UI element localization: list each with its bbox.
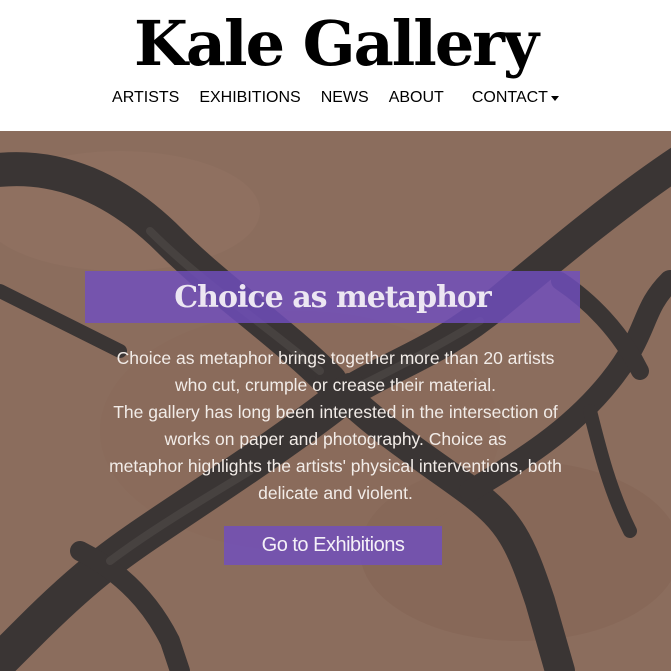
caret-down-icon — [550, 95, 559, 101]
nav-about-label: ABOUT — [388, 89, 444, 106]
nav-about[interactable]: ABOUT — [379, 88, 454, 108]
hero-description-line: The gallery has long been interested in … — [113, 402, 558, 422]
hero-description: Choice as metaphor brings together more … — [60, 345, 611, 507]
hero-description-line: delicate and violent. — [258, 483, 413, 503]
nav-exhibitions-label: EXHIBITIONS — [199, 89, 301, 106]
nav-artists[interactable]: ARTISTS — [102, 88, 189, 108]
hero-description-line: metaphor highlights the artists' physica… — [109, 456, 562, 476]
hero-banner: Choice as metaphor Choice as metaphor br… — [0, 131, 671, 671]
nav-artists-label: ARTISTS — [112, 89, 180, 106]
go-to-exhibitions-button[interactable]: Go to Exhibitions — [224, 526, 442, 565]
nav-news-label: NEWS — [320, 89, 369, 106]
hero-title-banner: Choice as metaphor — [85, 271, 580, 323]
nav-contact-dropdown[interactable]: CONTACT — [454, 88, 569, 108]
hero-description-line: Choice as metaphor brings together more … — [116, 348, 555, 368]
hero-title: Choice as metaphor — [174, 279, 491, 315]
site-header: Kale Gallery ARTISTS EXHIBITIONS NEWS AB… — [0, 0, 671, 131]
hero-description-line: who cut, crumple or crease their materia… — [175, 375, 496, 395]
nav-exhibitions[interactable]: EXHIBITIONS — [189, 88, 310, 108]
hero-description-line: works on paper and photography. Choice a… — [164, 429, 507, 449]
site-logo[interactable]: Kale Gallery — [0, 6, 671, 82]
nav-contact-label: CONTACT — [471, 89, 548, 106]
page: Kale Gallery ARTISTS EXHIBITIONS NEWS AB… — [0, 0, 671, 671]
main-nav: ARTISTS EXHIBITIONS NEWS ABOUT CONTACT — [0, 88, 671, 108]
go-to-exhibitions-label: Go to Exhibitions — [261, 534, 405, 556]
nav-news[interactable]: NEWS — [311, 88, 379, 108]
